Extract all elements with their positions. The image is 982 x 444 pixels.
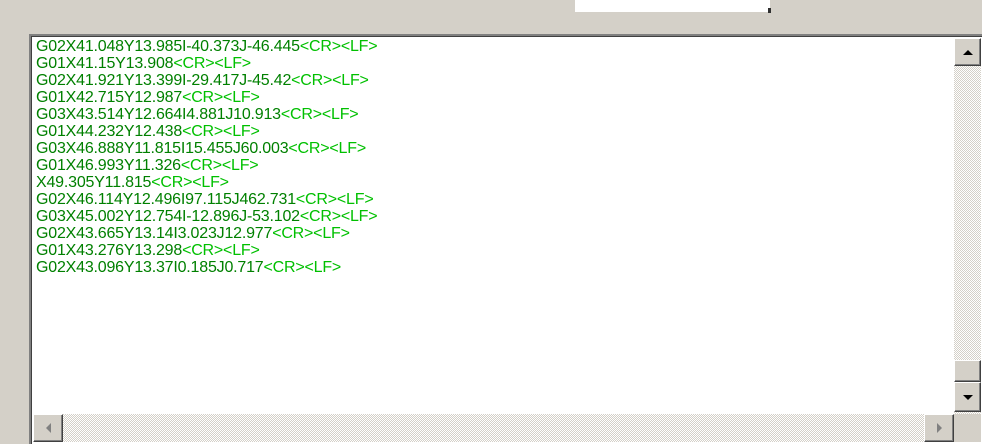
horizontal-scrollbar[interactable] <box>33 414 954 442</box>
gcode-line: G03X46.888Y11.815I15.455J60.003<CR><LF> <box>36 140 366 157</box>
gcode-line: G01X44.232Y12.438<CR><LF> <box>36 123 260 140</box>
gcode-line: G03X43.514Y12.664I4.881J10.913<CR><LF> <box>36 106 359 123</box>
top-field-strip <box>575 0 770 12</box>
gcode-line: G01X42.715Y12.987<CR><LF> <box>36 89 260 106</box>
scroll-right-button[interactable] <box>924 414 954 442</box>
gcode-line: G01X46.993Y11.326<CR><LF> <box>36 157 259 174</box>
gcode-line: G02X43.096Y13.37I0.185J0.717<CR><LF> <box>36 259 342 276</box>
top-marker <box>768 8 771 13</box>
arrow-right-icon <box>936 423 942 433</box>
scroll-left-button[interactable] <box>33 414 63 442</box>
gcode-line: G02X41.921Y13.399I-29.417J-45.42<CR><LF> <box>36 72 369 89</box>
scroll-up-button[interactable] <box>954 38 981 66</box>
gcode-line: G01X41.15Y13.908<CR><LF> <box>36 55 251 72</box>
gcode-line: X49.305Y11.815<CR><LF> <box>36 174 229 191</box>
vertical-scrollbar[interactable] <box>954 38 981 414</box>
arrow-down-icon <box>962 394 973 400</box>
gcode-lines: G02X41.048Y13.985I-40.373J-46.445<CR><LF… <box>36 38 946 410</box>
gcode-line: G02X41.048Y13.985I-40.373J-46.445<CR><LF… <box>36 38 378 55</box>
gcode-line: G01X43.276Y13.298<CR><LF> <box>36 242 260 259</box>
scrollbar-corner <box>954 414 981 442</box>
gcode-line: G03X45.002Y12.754I-12.896J-53.102<CR><LF… <box>36 208 378 225</box>
arrow-up-icon <box>962 49 973 55</box>
gcode-line: G02X43.665Y13.14I3.023J12.977<CR><LF> <box>36 225 350 242</box>
gcode-output-textbox[interactable]: G02X41.048Y13.985I-40.373J-46.445<CR><LF… <box>29 34 982 444</box>
arrow-left-icon <box>45 423 51 433</box>
gcode-line: G02X46.114Y12.496I97.115J462.731<CR><LF> <box>36 191 374 208</box>
top-panel-edge <box>0 0 982 30</box>
scroll-down-button[interactable] <box>954 382 981 412</box>
scroll-thumb[interactable] <box>954 360 981 382</box>
